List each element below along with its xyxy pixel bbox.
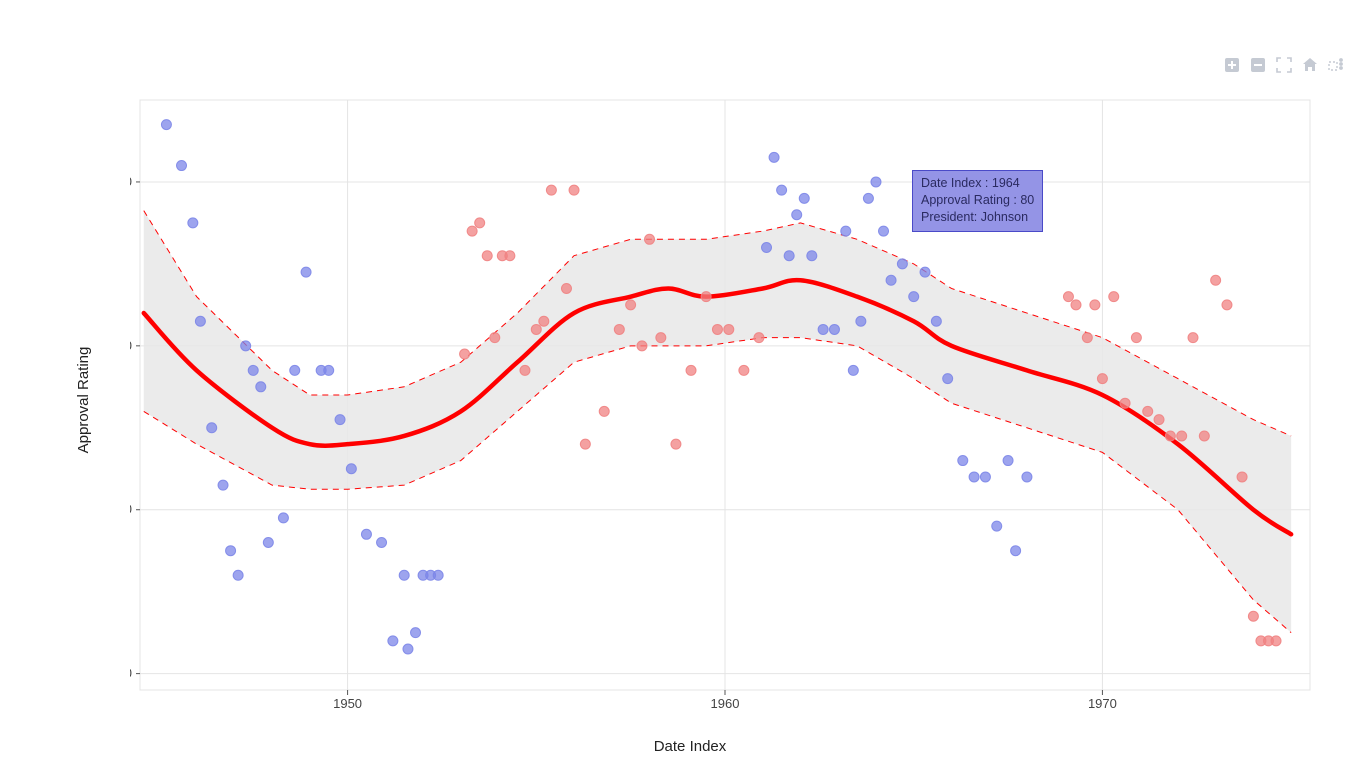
hover-tooltip: Date Index : 1964 Approval Rating : 80 P… [912,170,1043,232]
svg-text:1950: 1950 [333,696,362,711]
y-axis-label: Approval Rating [75,347,92,454]
chart-panel: Approval Rating 1950 1960 1970 20 40 60 80 Da… [40,40,1340,740]
scatter-plot[interactable]: 1950 1960 1970 20 40 60 80 [130,90,1320,720]
tooltip-x-label: Date Index : [921,176,992,190]
tooltip-y-value: 80 [1020,193,1034,207]
svg-text:80: 80 [130,174,132,189]
svg-text:1970: 1970 [1088,696,1117,711]
tooltip-extra-value: Johnson [981,210,1028,224]
svg-text:40: 40 [130,502,132,517]
svg-text:1960: 1960 [711,696,740,711]
tooltip-extra-label: President: [921,210,981,224]
x-axis-label: Date Index [40,738,1340,755]
svg-text:20: 20 [130,666,132,681]
tooltip-x-value: 1964 [992,176,1020,190]
svg-text:60: 60 [130,338,132,353]
tooltip-y-label: Approval Rating : [921,193,1020,207]
